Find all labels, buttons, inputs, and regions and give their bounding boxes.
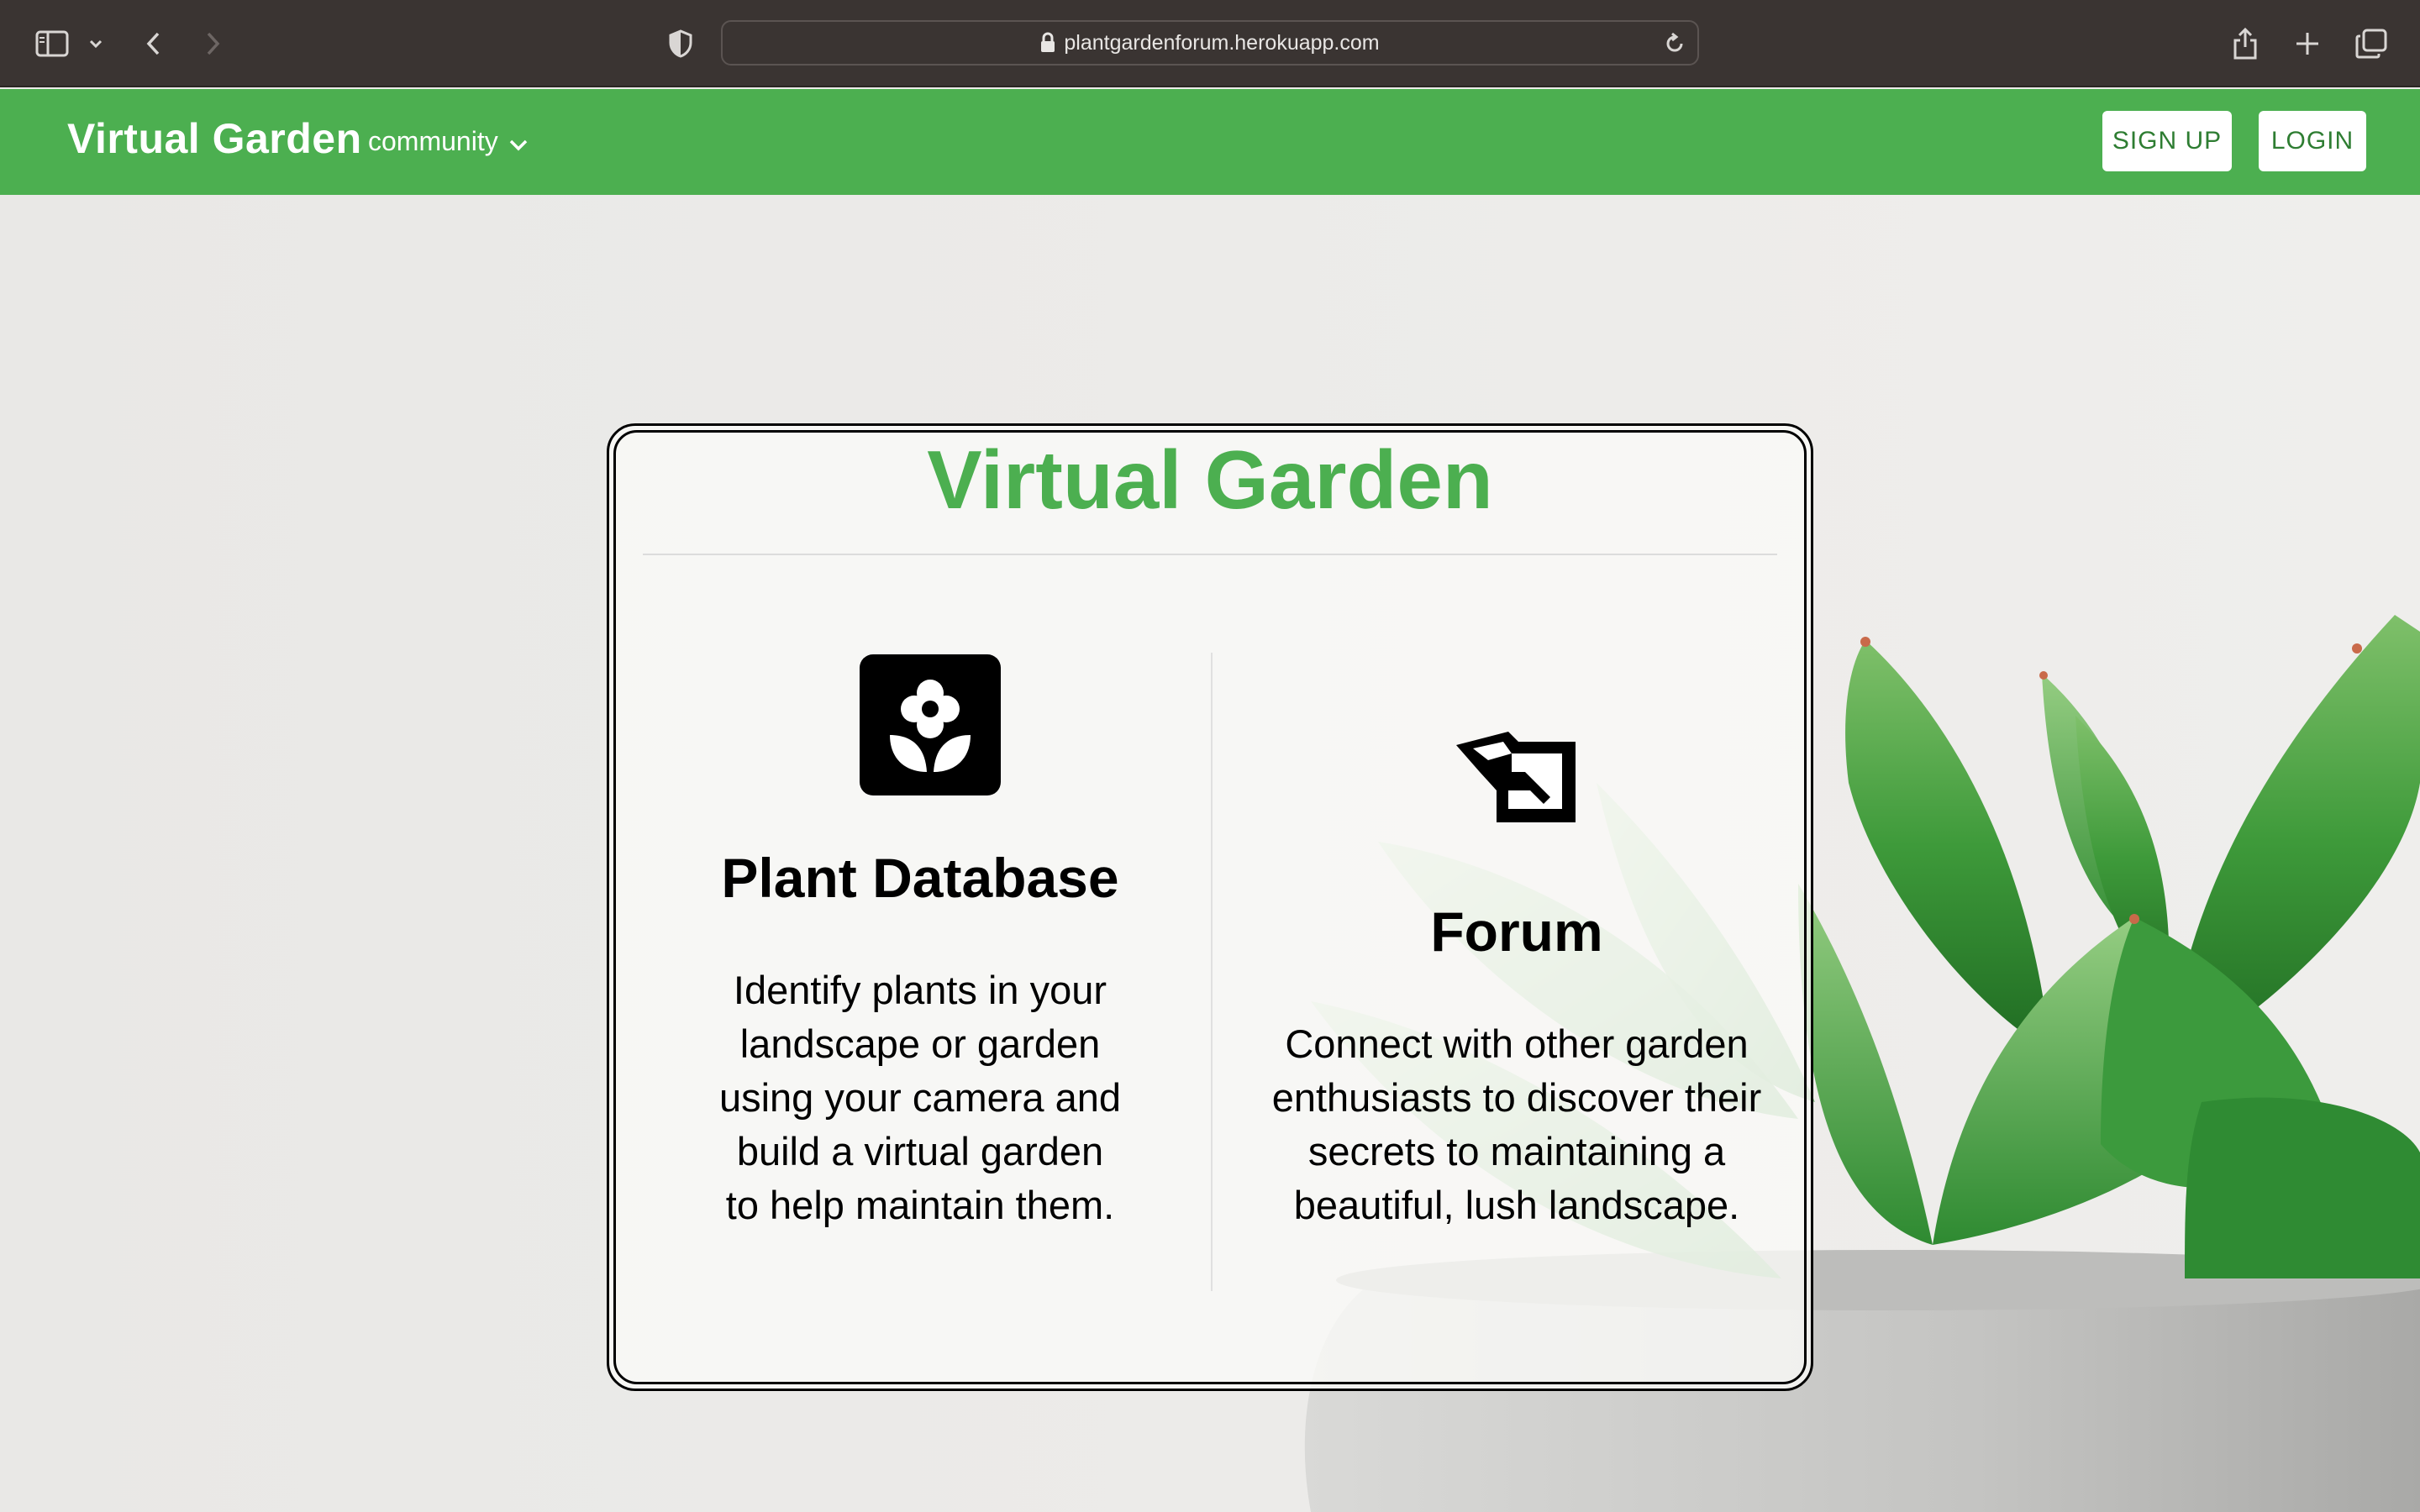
forward-icon[interactable] (198, 24, 229, 64)
browser-toolbar: plantgardenforum.herokuapp.com (0, 0, 2420, 87)
address-bar[interactable]: plantgardenforum.herokuapp.com (721, 20, 1699, 66)
chevron-down-icon[interactable] (84, 24, 108, 64)
tabs-icon[interactable] (2353, 24, 2390, 64)
site-navbar: Virtual Garden community SIGN UP LOGIN (0, 89, 2420, 195)
sign-up-button[interactable]: SIGN UP (2102, 111, 2232, 171)
url-text: plantgardenforum.herokuapp.com (1064, 30, 1380, 55)
plant-database-description: Identify plants in your landscape or gar… (718, 968, 1122, 1227)
title-divider (643, 554, 1777, 555)
column-divider (1211, 653, 1213, 1291)
forum-heading: Forum (1430, 900, 1603, 963)
reload-icon[interactable] (1664, 32, 1686, 55)
page-root: plantgardenforum.herokuapp.com Virtual G… (0, 0, 2420, 1512)
plant-database-heading: Plant Database (721, 847, 1119, 909)
share-icon[interactable] (2228, 24, 2262, 64)
login-button[interactable]: LOGIN (2259, 111, 2366, 171)
shield-icon[interactable] (664, 24, 697, 64)
back-icon[interactable] (138, 24, 168, 64)
lock-icon (1040, 32, 1055, 54)
flower-icon (860, 654, 1001, 800)
community-label: community (368, 126, 498, 156)
chevron-down-icon (508, 128, 529, 159)
plus-icon[interactable] (2291, 24, 2324, 64)
brand-link[interactable]: Virtual Garden (67, 114, 362, 163)
feature-card: Virtual Garden Plant Database Identify p… (607, 423, 1813, 1391)
forum-description: Connect with other garden enthusiasts to… (1271, 1021, 1762, 1227)
community-dropdown[interactable]: community (368, 124, 529, 159)
card-title: Virtual Garden (927, 433, 1493, 526)
watering-can-icon (1449, 720, 1591, 838)
sidebar-icon[interactable] (32, 24, 72, 64)
